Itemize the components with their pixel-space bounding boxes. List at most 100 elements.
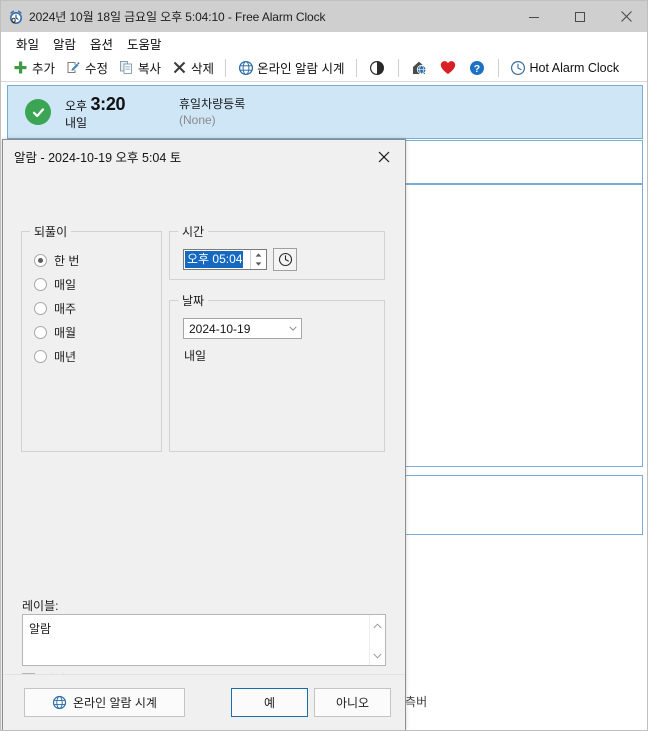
heart-icon xyxy=(440,59,457,76)
alarm-row-details: 휴일차량등록 (None) xyxy=(175,96,642,128)
dialog-titlebar: 알람 - 2024-10-19 오후 5:04 토 xyxy=(3,140,405,173)
alarm-list-row[interactable]: 오후 3:20 내일 휴일차량등록 (None) xyxy=(7,85,643,139)
repeat-option-monthly-label: 매월 xyxy=(54,325,77,340)
toolbar-copy-button[interactable]: 복사 xyxy=(113,56,166,80)
toolbar-home-globe-button[interactable] xyxy=(405,56,434,80)
date-picker[interactable]: 2024-10-19 xyxy=(183,318,302,339)
dialog-no-button[interactable]: 아니오 xyxy=(314,688,391,717)
globe-icon xyxy=(237,59,254,76)
repeat-option-yearly-label: 매년 xyxy=(54,349,77,364)
repeat-option-daily-label: 매일 xyxy=(54,277,77,292)
dialog-footer: 온라인 알람 시계 예 아니오 xyxy=(3,674,405,730)
menu-item-help[interactable]: 도움말 xyxy=(120,32,169,55)
scroll-up-icon[interactable] xyxy=(373,618,382,632)
time-controls: 오후 05:04 xyxy=(170,240,384,271)
time-input-value: 오후 05:04 xyxy=(185,251,244,268)
window-controls xyxy=(511,1,647,32)
chevron-down-icon[interactable] xyxy=(285,326,301,331)
toolbar-add-label: 추가 xyxy=(32,62,56,76)
toolbar-delete-button[interactable]: 삭제 xyxy=(166,56,219,80)
repeat-option-daily[interactable]: 매일 xyxy=(34,272,161,296)
alarm-clock-icon xyxy=(8,9,24,25)
time-spinner[interactable]: 오후 05:04 xyxy=(183,249,267,270)
time-legend: 시간 xyxy=(182,225,205,239)
toolbar-edit-label: 수정 xyxy=(85,62,109,76)
toolbar-separator-2 xyxy=(355,58,357,77)
radio-icon[interactable] xyxy=(34,349,47,363)
close-button[interactable] xyxy=(603,1,647,32)
label-scrollbar[interactable] xyxy=(369,615,385,665)
minimize-button[interactable] xyxy=(511,1,557,32)
alarm-row-clock: 3:20 xyxy=(90,94,126,115)
repeat-option-once[interactable]: 한 번 xyxy=(34,248,161,272)
scroll-down-icon[interactable] xyxy=(373,648,382,662)
repeat-option-yearly[interactable]: 매년 xyxy=(34,344,161,368)
alarm-row-label: 휴일차량등록 xyxy=(179,96,246,111)
time-spinner-up[interactable] xyxy=(251,250,266,260)
date-controls: 2024-10-19 내일 xyxy=(170,309,384,364)
menu-item-file[interactable]: 화일 xyxy=(9,32,46,55)
toolbar-online-alarm-clock-label: 온라인 알람 시계 xyxy=(257,62,345,76)
label-caption: 레이블: xyxy=(22,599,59,613)
time-spinner-arrows[interactable] xyxy=(250,250,266,269)
maximize-button[interactable] xyxy=(557,1,603,32)
alarm-edit-dialog: 알람 - 2024-10-19 오후 5:04 토 되풀이 한 번 매일 매주 … xyxy=(2,139,406,730)
repeat-radio-list: 한 번 매일 매주 매월 매년 xyxy=(22,240,161,368)
toolbar-copy-label: 복사 xyxy=(138,62,162,76)
clock-picker-icon[interactable] xyxy=(273,248,297,271)
edit-icon xyxy=(65,59,82,76)
svg-text:?: ? xyxy=(474,63,480,75)
toolbar-separator-4 xyxy=(497,58,499,77)
toolbar-edit-button[interactable]: 수정 xyxy=(60,56,113,80)
help-icon: ? xyxy=(469,59,486,76)
repeat-option-once-label: 한 번 xyxy=(54,253,80,268)
toolbar-delete-label: 삭제 xyxy=(191,62,215,76)
date-relative-note: 내일 xyxy=(184,349,207,363)
toolbar-contrast-button[interactable] xyxy=(363,56,392,80)
toolbar-add-button[interactable]: 추가 xyxy=(7,56,60,80)
window-titlebar: 2024년 10월 18일 금요일 오후 5:04:10 - Free Alar… xyxy=(1,1,647,32)
radio-icon[interactable] xyxy=(34,301,47,315)
radio-icon[interactable] xyxy=(34,277,47,291)
home-globe-icon xyxy=(411,59,428,76)
toolbar-help-button[interactable]: ? xyxy=(463,56,492,80)
date-legend: 날짜 xyxy=(182,294,205,308)
radio-icon[interactable] xyxy=(34,325,47,339)
toolbar-hot-alarm-clock-button[interactable]: Hot Alarm Clock xyxy=(505,56,625,80)
repeat-groupbox: 되풀이 한 번 매일 매주 매월 매년 xyxy=(21,223,162,452)
repeat-option-weekly[interactable]: 매주 xyxy=(34,296,161,320)
menu-item-alarm[interactable]: 알람 xyxy=(46,32,83,55)
toolbar: 추가 수정 복사 삭제 온라인 알람 시계 ? Hot Alarm Clock xyxy=(1,54,647,82)
alarm-row-period: 오후 xyxy=(65,99,88,114)
globe-icon xyxy=(52,695,67,710)
label-textarea-value: 알람 xyxy=(29,622,52,636)
alarm-row-day-note: 내일 xyxy=(65,115,88,130)
repeat-legend: 되풀이 xyxy=(34,225,68,239)
delete-x-icon xyxy=(171,59,188,76)
radio-icon[interactable] xyxy=(34,253,47,267)
toolbar-favorite-button[interactable] xyxy=(434,56,463,80)
free-alarm-clock-window: 2024년 10월 18일 금요일 오후 5:04:10 - Free Alar… xyxy=(0,0,648,731)
repeat-option-monthly[interactable]: 매월 xyxy=(34,320,161,344)
check-circle-icon[interactable] xyxy=(25,99,51,125)
repeat-option-weekly-label: 매주 xyxy=(54,301,77,316)
dialog-online-alarm-clock-button[interactable]: 온라인 알람 시계 xyxy=(24,688,185,717)
dialog-no-label: 아니오 xyxy=(335,696,370,710)
date-groupbox: 날짜 2024-10-19 내일 xyxy=(169,292,385,452)
contrast-icon xyxy=(369,59,386,76)
label-textarea[interactable]: 알람 xyxy=(22,614,386,666)
dialog-yes-label: 예 xyxy=(263,696,276,710)
clock-icon xyxy=(510,59,527,76)
toolbar-separator-3 xyxy=(397,58,399,77)
dialog-online-alarm-clock-label: 온라인 알람 시계 xyxy=(73,696,157,710)
menu-item-options[interactable]: 옵션 xyxy=(83,32,120,55)
dialog-yes-button[interactable]: 예 xyxy=(231,688,308,717)
time-spinner-down[interactable] xyxy=(251,260,266,270)
menubar: 화일 알람 옵션 도움말 xyxy=(1,32,647,54)
toolbar-separator xyxy=(225,58,227,77)
dialog-close-icon[interactable] xyxy=(363,141,405,172)
window-title: 2024년 10월 18일 금요일 오후 5:04:10 - Free Alar… xyxy=(29,10,326,24)
dialog-title: 알람 - 2024-10-19 오후 5:04 토 xyxy=(14,151,182,165)
toolbar-online-alarm-clock-button[interactable]: 온라인 알람 시계 xyxy=(232,56,349,80)
time-input[interactable]: 오후 05:04 xyxy=(184,250,250,269)
